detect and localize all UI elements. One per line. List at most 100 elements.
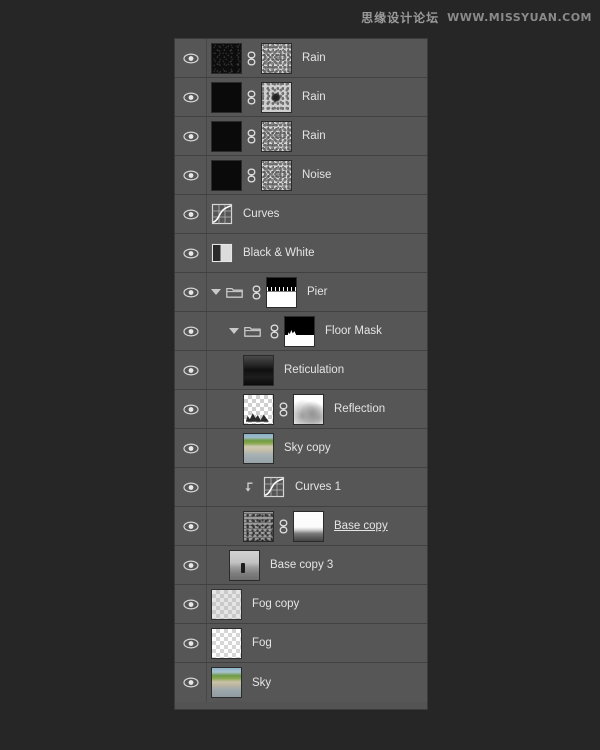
layer-name[interactable]: Reticulation (284, 364, 344, 376)
link-chain-icon[interactable] (246, 129, 257, 144)
layer-name[interactable]: Fog (252, 637, 272, 649)
layer-visibility-toggle[interactable] (175, 273, 207, 311)
layer-row[interactable]: Rain (175, 78, 427, 117)
layer-visibility-toggle[interactable] (175, 585, 207, 623)
layer-name[interactable]: Sky copy (284, 442, 331, 454)
layer-visibility-toggle[interactable] (175, 624, 207, 662)
layer-name[interactable]: Black & White (243, 247, 315, 259)
layer-thumbnail[interactable] (243, 354, 274, 386)
layer-visibility-toggle[interactable] (175, 351, 207, 389)
layer-row-body[interactable]: Rain (207, 39, 427, 77)
layer-row-body[interactable]: Reflection (207, 390, 427, 428)
layer-row[interactable]: Base copy (175, 507, 427, 546)
layer-name[interactable]: Rain (302, 130, 326, 142)
group-disclosure-triangle-icon[interactable] (211, 289, 221, 295)
layer-mask-thumbnail[interactable] (261, 42, 292, 74)
layer-thumbnail[interactable] (211, 627, 242, 659)
layer-row[interactable]: Sky copy (175, 429, 427, 468)
layer-visibility-toggle[interactable] (175, 429, 207, 467)
layer-visibility-toggle[interactable] (175, 546, 207, 584)
eye-icon[interactable] (182, 247, 199, 259)
layer-mask-thumbnail[interactable] (261, 120, 292, 152)
layer-row[interactable]: Floor Mask (175, 312, 427, 351)
layer-mask-thumbnail[interactable] (293, 510, 324, 542)
eye-icon[interactable] (182, 481, 199, 493)
layer-thumbnail[interactable] (229, 549, 260, 581)
layer-name[interactable]: Rain (302, 91, 326, 103)
eye-icon[interactable] (182, 403, 199, 415)
layer-thumbnail[interactable] (211, 120, 242, 152)
layer-mask-thumbnail[interactable] (261, 159, 292, 191)
layer-visibility-toggle[interactable] (175, 234, 207, 272)
layer-thumbnail[interactable] (211, 588, 242, 620)
layer-row[interactable]: Rain (175, 39, 427, 78)
layer-row-body[interactable]: Floor Mask (207, 312, 427, 350)
eye-icon[interactable] (182, 130, 199, 142)
link-chain-icon[interactable] (278, 519, 289, 534)
eye-icon[interactable] (182, 598, 199, 610)
eye-icon[interactable] (182, 208, 199, 220)
layer-row[interactable]: Sky (175, 663, 427, 702)
layer-row[interactable]: Black & White (175, 234, 427, 273)
link-chain-icon[interactable] (269, 324, 280, 339)
layer-visibility-toggle[interactable] (175, 468, 207, 506)
eye-icon[interactable] (182, 286, 199, 298)
layer-row[interactable]: Pier (175, 273, 427, 312)
eye-icon[interactable] (182, 91, 199, 103)
layer-row-body[interactable]: Sky (207, 663, 427, 702)
layer-thumbnail[interactable] (243, 432, 274, 464)
link-chain-icon[interactable] (278, 402, 289, 417)
layer-name[interactable]: Curves (243, 208, 279, 220)
layer-name[interactable]: Base copy (334, 520, 388, 532)
layer-row[interactable]: Curves 1 (175, 468, 427, 507)
layer-name[interactable]: Pier (307, 286, 327, 298)
group-disclosure-triangle-icon[interactable] (229, 328, 239, 334)
layer-row[interactable]: Rain (175, 117, 427, 156)
layer-name[interactable]: Floor Mask (325, 325, 382, 337)
layer-name[interactable]: Rain (302, 52, 326, 64)
layer-thumbnail[interactable] (211, 667, 242, 698)
layer-visibility-toggle[interactable] (175, 117, 207, 155)
layer-thumbnail[interactable] (211, 159, 242, 191)
layer-name[interactable]: Base copy 3 (270, 559, 333, 571)
layer-row[interactable]: Base copy 3 (175, 546, 427, 585)
layer-row-body[interactable]: Black & White (207, 234, 427, 272)
layer-thumbnail[interactable] (243, 393, 274, 425)
layer-name[interactable]: Fog copy (252, 598, 299, 610)
layer-row-body[interactable]: Rain (207, 117, 427, 155)
eye-icon[interactable] (182, 325, 199, 337)
layer-visibility-toggle[interactable] (175, 312, 207, 350)
layer-mask-thumbnail[interactable] (284, 315, 315, 347)
layer-name[interactable]: Curves 1 (295, 481, 341, 493)
layer-row-body[interactable]: Base copy 3 (207, 546, 427, 584)
eye-icon[interactable] (182, 677, 199, 688)
eye-icon[interactable] (182, 559, 199, 571)
layer-visibility-toggle[interactable] (175, 39, 207, 77)
layer-visibility-toggle[interactable] (175, 507, 207, 545)
layer-row-body[interactable]: Base copy (207, 507, 427, 545)
layer-row-body[interactable]: Rain (207, 78, 427, 116)
link-chain-icon[interactable] (251, 285, 262, 300)
layer-name[interactable]: Reflection (334, 403, 385, 415)
layer-thumbnail[interactable] (243, 510, 274, 542)
eye-icon[interactable] (182, 442, 199, 454)
layer-mask-thumbnail[interactable] (293, 393, 324, 425)
layer-row[interactable]: Fog copy (175, 585, 427, 624)
layer-row[interactable]: Reflection (175, 390, 427, 429)
layer-row[interactable]: Noise (175, 156, 427, 195)
layer-thumbnail[interactable] (211, 81, 242, 113)
layer-row-body[interactable]: Fog (207, 624, 427, 662)
layer-row-body[interactable]: Curves (207, 195, 427, 233)
layers-panel[interactable]: Rain Rain Rain Noise Curves Black & White Pier… (174, 38, 428, 710)
eye-icon[interactable] (182, 637, 199, 649)
layer-row[interactable]: Curves (175, 195, 427, 234)
link-chain-icon[interactable] (246, 90, 257, 105)
layer-row-body[interactable]: Fog copy (207, 585, 427, 623)
layer-thumbnail[interactable] (211, 42, 242, 74)
layer-visibility-toggle[interactable] (175, 156, 207, 194)
eye-icon[interactable] (182, 169, 199, 181)
layer-visibility-toggle[interactable] (175, 663, 207, 702)
link-chain-icon[interactable] (246, 51, 257, 66)
layer-row[interactable]: Reticulation (175, 351, 427, 390)
layer-mask-thumbnail[interactable] (261, 81, 292, 113)
